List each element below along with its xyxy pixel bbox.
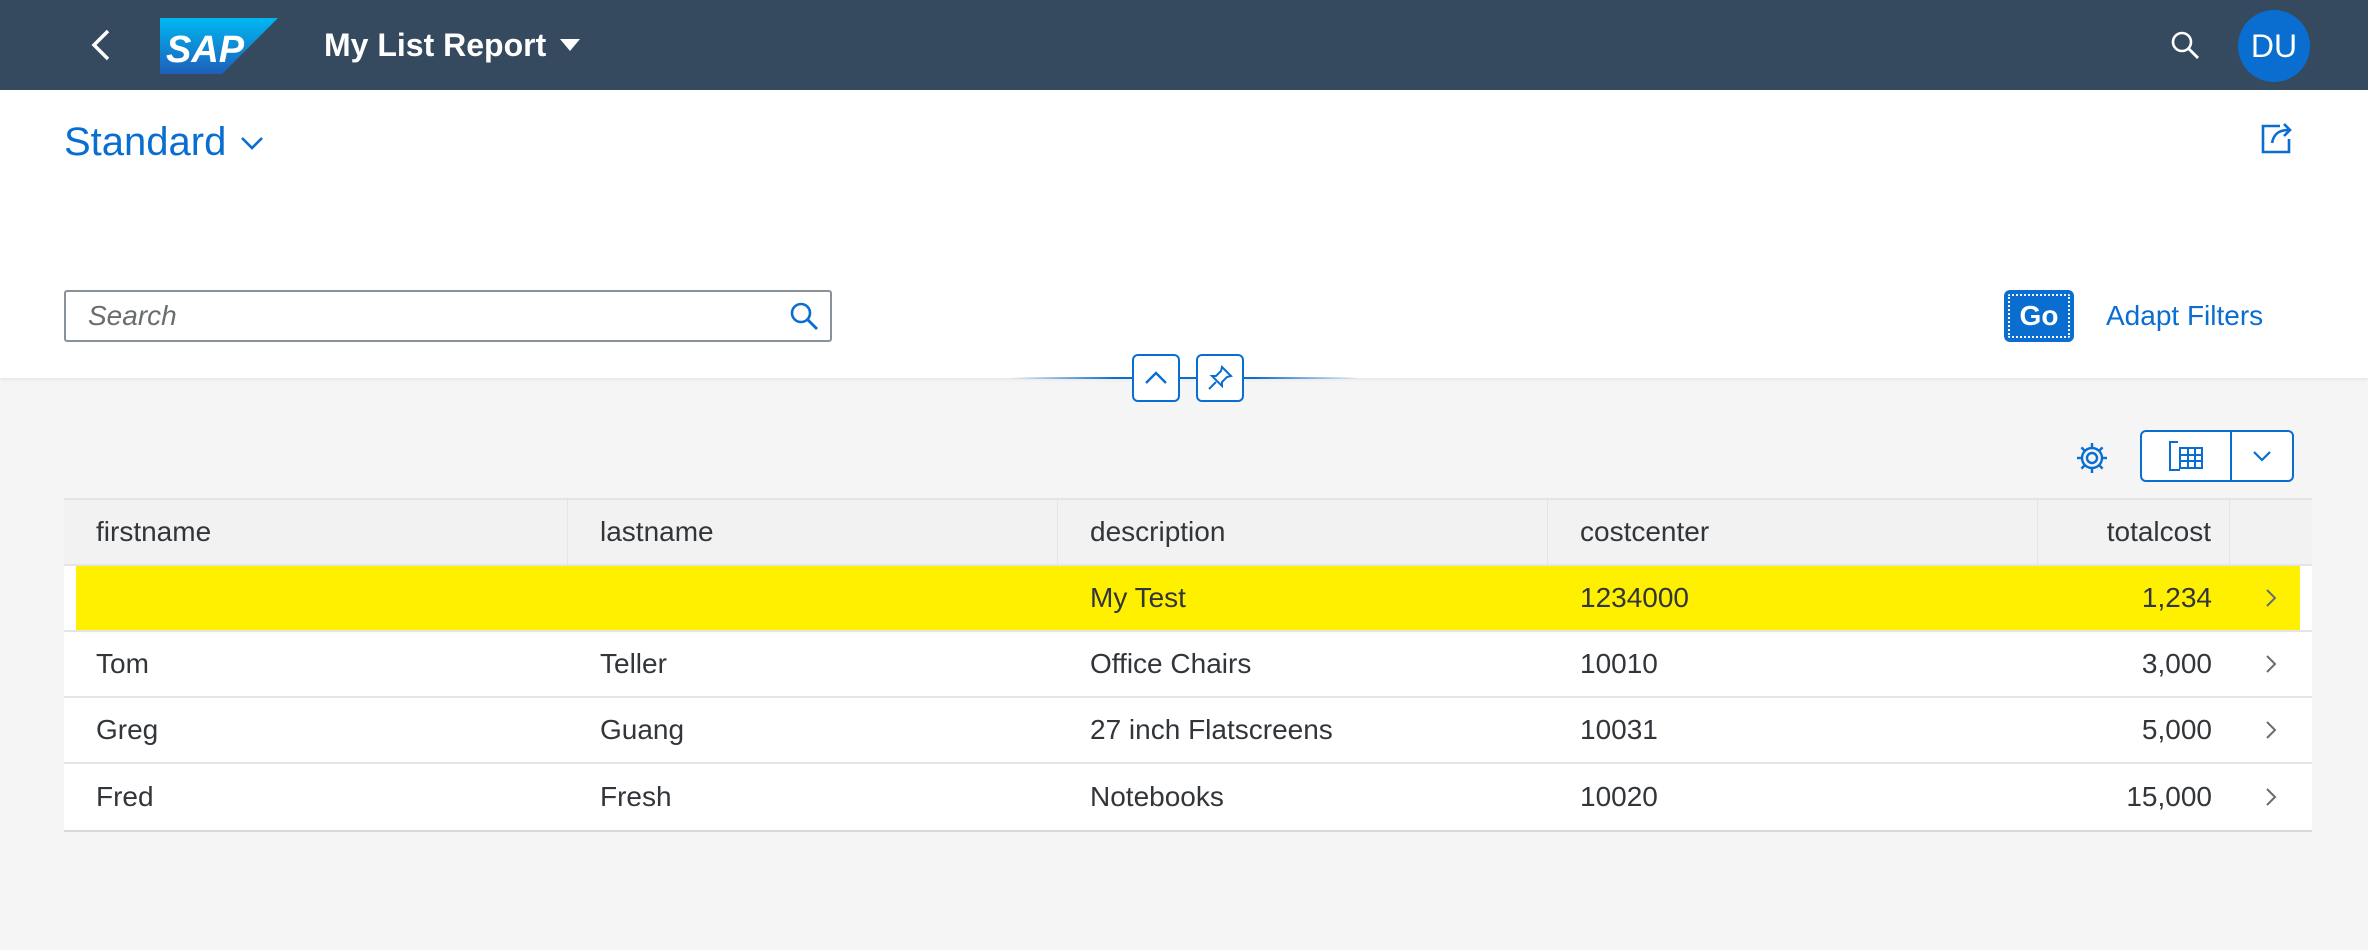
cell-firstname: Tom [96, 648, 149, 679]
row-navigation[interactable] [2230, 764, 2312, 830]
table-header: firstname lastname description costcente… [64, 500, 2312, 566]
cell-totalcost: 1,234 [2141, 582, 2212, 613]
cell-description: Office Chairs [1090, 648, 1252, 679]
export-menu-button [2140, 430, 2294, 482]
table-row[interactable]: Fred Fresh Notebooks 10020 15,000 [64, 764, 2312, 830]
go-button[interactable]: Go [2004, 290, 2074, 342]
gear-icon [2077, 443, 2107, 473]
variant-title: Standard [64, 120, 227, 164]
row-navigation[interactable] [2230, 698, 2312, 762]
list-report-table: firstname lastname description costcente… [64, 498, 2312, 832]
column-header-navigation [2230, 500, 2312, 564]
export-options-button[interactable] [2232, 432, 2292, 480]
chevron-right-icon [2266, 655, 2277, 673]
pin-header-button[interactable] [1196, 354, 1244, 402]
cell-totalcost: 15,000 [2126, 781, 2212, 812]
column-header-totalcost[interactable]: totalcost [2038, 500, 2230, 564]
cell-costcenter: 1234000 [1580, 582, 1690, 613]
chevron-right-icon [2266, 788, 2277, 806]
search-input[interactable] [66, 292, 778, 340]
column-header-firstname[interactable]: firstname [64, 500, 568, 564]
column-header-costcenter[interactable]: costcenter [1548, 500, 2038, 564]
search-submit-button[interactable] [778, 292, 830, 340]
export-button[interactable] [2142, 432, 2232, 480]
column-header-lastname[interactable]: lastname [568, 500, 1058, 564]
chevron-down-icon [2253, 451, 2271, 462]
cell-totalcost: 5,000 [2141, 714, 2212, 745]
cell-description: 27 inch Flatscreens [1090, 714, 1333, 745]
table-settings-button[interactable] [2068, 434, 2116, 482]
cell-costcenter: 10031 [1580, 714, 1658, 745]
pin-icon [1208, 365, 1233, 390]
cell-description: Notebooks [1090, 781, 1224, 812]
header-divider [1010, 377, 1360, 379]
row-navigation[interactable] [2230, 632, 2312, 696]
cell-lastname: Teller [600, 648, 667, 679]
brand-text: SAP [166, 29, 245, 71]
collapse-header-button[interactable] [1132, 354, 1180, 402]
caret-down-icon [560, 39, 581, 51]
column-header-description[interactable]: description [1058, 500, 1548, 564]
share-icon [2261, 123, 2292, 154]
adapt-filters-button[interactable]: Adapt Filters [2106, 290, 2263, 342]
export-spreadsheet-icon [2169, 441, 2203, 471]
search-icon [790, 302, 818, 330]
chevron-right-icon [2266, 589, 2277, 607]
table-row[interactable]: Tom Teller Office Chairs 10010 3,000 [64, 632, 2312, 698]
chevron-right-icon [2266, 721, 2277, 739]
cell-firstname: Fred [96, 781, 154, 812]
row-navigation[interactable] [2230, 566, 2312, 630]
share-button[interactable] [2256, 116, 2300, 160]
cell-firstname: Greg [96, 714, 159, 745]
search-field[interactable] [64, 290, 832, 342]
user-initials: DU [2250, 27, 2298, 64]
cell-lastname: Guang [600, 714, 685, 745]
dynamic-page-header: Standard Go Adapt Filters [0, 90, 2368, 378]
variant-selector[interactable]: Standard [64, 120, 264, 165]
app-title-menu[interactable]: My List Report [324, 22, 581, 68]
user-avatar[interactable]: DU [2238, 10, 2310, 82]
chevron-down-icon [241, 136, 264, 150]
sap-logo: SAP [160, 18, 278, 74]
app-title: My List Report [324, 26, 547, 63]
cell-lastname [568, 566, 1058, 630]
shell-search-button[interactable] [2164, 24, 2206, 66]
back-button[interactable] [78, 22, 124, 68]
cell-costcenter: 10020 [1580, 781, 1658, 812]
shell-bar: SAP My List Report DU [0, 0, 2368, 90]
search-icon [2171, 31, 2199, 59]
cell-totalcost: 3,000 [2141, 648, 2212, 679]
table-row[interactable]: Greg Guang 27 inch Flatscreens 10031 5,0… [64, 698, 2312, 764]
collapse-header-icon [1145, 371, 1167, 384]
cell-costcenter: 10010 [1580, 648, 1658, 679]
table-row[interactable]: My Test 1234000 1,234 [64, 566, 2312, 632]
cell-lastname: Fresh [600, 781, 672, 812]
cell-description: My Test [1090, 582, 1186, 613]
back-arrow-icon [91, 29, 110, 61]
cell-firstname [64, 566, 568, 630]
